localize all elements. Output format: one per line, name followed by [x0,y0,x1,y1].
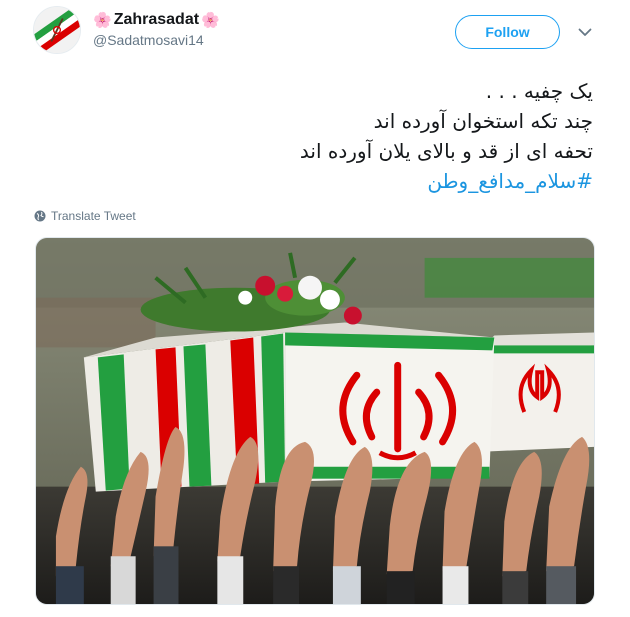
avatar[interactable] [33,6,81,54]
hashtag-link[interactable]: #سلام_مدافع_وطن [33,166,593,196]
coffin-procession-photo [36,238,594,604]
tweet-line: چند تکه استخوان آورده اند [373,109,593,133]
tweet-line: یک چفیه . . . [485,79,593,103]
blossom-icon: 🌸 [93,11,112,29]
user-handle[interactable]: @Sadatmosavi14 [93,32,220,48]
tweet-card: 🌸 Zahrasadat 🌸 @Sadatmosavi14 Follow یک … [0,0,630,617]
display-name-text: Zahrasadat [113,11,200,28]
tweet-text: یک چفیه . . . چند تکه استخوان آورده اند … [33,76,593,196]
tweet-line: تحفه ای از قد و بالای یلان آورده اند [299,139,593,163]
tweet-photo[interactable] [35,237,595,605]
translate-tweet-link[interactable]: Translate Tweet [34,209,136,223]
blossom-icon: 🌸 [201,11,220,29]
follow-button[interactable]: Follow [455,15,560,49]
user-names: 🌸 Zahrasadat 🌸 @Sadatmosavi14 [93,9,220,48]
display-name[interactable]: 🌸 Zahrasadat 🌸 [93,9,220,31]
flag-avatar-image [34,7,80,53]
globe-icon [34,210,46,222]
chevron-down-icon[interactable] [577,24,593,40]
translate-label: Translate Tweet [51,209,136,223]
